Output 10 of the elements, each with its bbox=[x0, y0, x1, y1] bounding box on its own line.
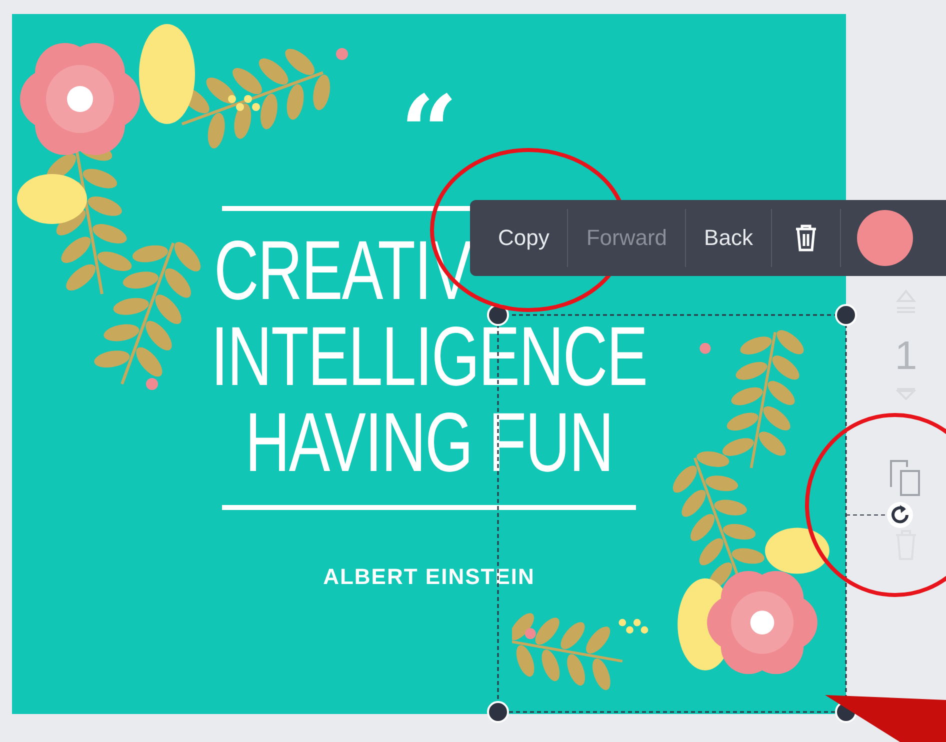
resize-handle[interactable] bbox=[835, 304, 857, 326]
resize-handle[interactable] bbox=[487, 701, 509, 723]
toolbar-button[interactable]: Back bbox=[686, 209, 772, 267]
headline-text: INTELLIGENCE bbox=[211, 316, 647, 400]
toolbar-button[interactable]: Copy bbox=[480, 209, 568, 267]
headline-text: HAVING FUN bbox=[245, 402, 613, 486]
author-name: ALBERT EINSTEIN bbox=[323, 564, 535, 590]
trash-icon bbox=[794, 224, 818, 252]
rotate-handle[interactable] bbox=[887, 502, 913, 528]
quote-mark: “ bbox=[400, 92, 458, 156]
